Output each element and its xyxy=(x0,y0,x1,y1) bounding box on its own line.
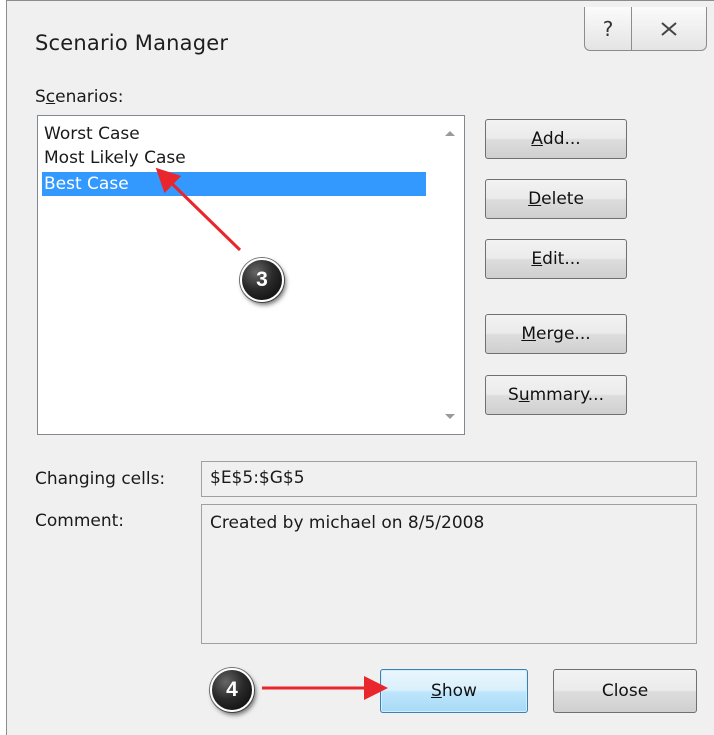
annotation-arrows xyxy=(155,167,388,700)
step-4-marker: 4 xyxy=(210,668,254,712)
step-3-marker: 3 xyxy=(240,258,284,302)
arrow-to-best-case xyxy=(155,167,242,252)
